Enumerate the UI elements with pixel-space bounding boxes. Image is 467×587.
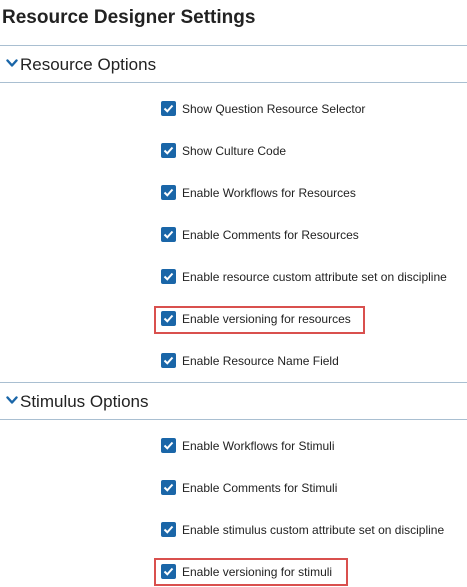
checkmark-icon — [163, 314, 174, 323]
checkbox[interactable] — [161, 101, 176, 116]
checkmark-icon — [163, 483, 174, 492]
page-title: Resource Designer Settings — [2, 7, 256, 28]
checkmark-icon — [163, 104, 174, 113]
checkbox[interactable] — [161, 353, 176, 368]
checkbox[interactable] — [161, 480, 176, 495]
checkmark-icon — [163, 567, 174, 576]
checkbox[interactable] — [161, 522, 176, 537]
chevron-down-icon — [6, 396, 18, 404]
chevron-down-icon — [6, 59, 18, 67]
option-label: Show Culture Code — [182, 144, 287, 158]
option-label: Show Question Resource Selector — [182, 102, 366, 116]
section-title: Resource Options — [20, 55, 157, 74]
option-label: Enable stimulus custom attribute set on … — [182, 523, 445, 537]
option-label: Enable resource custom attribute set on … — [182, 270, 447, 284]
checkmark-icon — [163, 272, 174, 281]
option-label: Enable Resource Name Field — [182, 354, 339, 368]
checkbox[interactable] — [161, 227, 176, 242]
checkmark-icon — [163, 188, 174, 197]
option-label: Enable Comments for Stimuli — [182, 481, 338, 495]
checkbox[interactable] — [161, 438, 176, 453]
checkbox[interactable] — [161, 143, 176, 158]
checkmark-icon — [163, 441, 174, 450]
option-label: Enable Workflows for Stimuli — [182, 439, 335, 453]
checkbox[interactable] — [161, 185, 176, 200]
option-label: Enable Comments for Resources — [182, 228, 359, 242]
checkmark-icon — [163, 356, 174, 365]
checkmark-icon — [163, 146, 174, 155]
option-label: Enable Workflows for Resources — [182, 186, 356, 200]
checkbox[interactable] — [161, 564, 176, 579]
section-header-stimulus-options[interactable]: Stimulus Options — [0, 382, 467, 420]
option-label: Enable versioning for resources — [182, 312, 351, 326]
checkmark-icon — [163, 525, 174, 534]
checkmark-icon — [163, 230, 174, 239]
section-title: Stimulus Options — [20, 392, 149, 411]
checkbox[interactable] — [161, 269, 176, 284]
option-label: Enable versioning for stimuli — [182, 565, 333, 579]
checkbox[interactable] — [161, 311, 176, 326]
section-header-resource-options[interactable]: Resource Options — [0, 45, 467, 83]
